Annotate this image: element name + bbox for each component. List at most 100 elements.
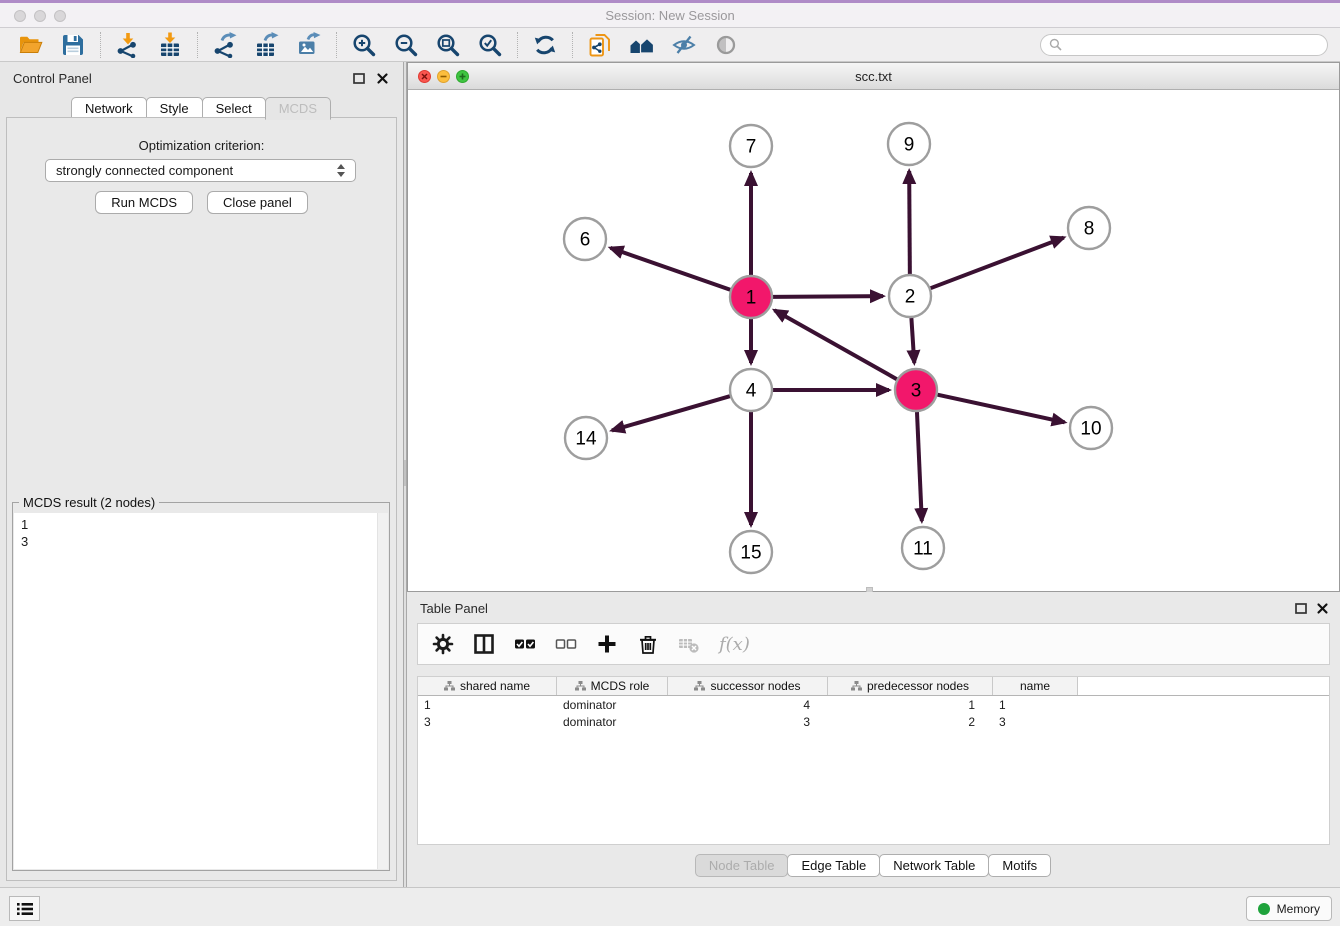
tab-network-table[interactable]: Network Table — [879, 854, 989, 877]
memory-button[interactable]: Memory — [1246, 896, 1332, 921]
graph-edge-1-6[interactable] — [610, 248, 730, 290]
table-cell[interactable]: 3 — [418, 715, 557, 729]
save-session-icon[interactable] — [60, 32, 86, 58]
column-header-label: shared name — [460, 679, 530, 693]
column-header-MCDS-role[interactable]: MCDS role — [557, 677, 668, 695]
float-table-panel-icon[interactable] — [1295, 603, 1307, 614]
graph-edge-4-14[interactable] — [612, 396, 730, 430]
graph-node-9[interactable]: 9 — [888, 123, 930, 165]
export-network-icon[interactable] — [212, 32, 238, 58]
graph-node-11[interactable]: 11 — [902, 527, 944, 569]
graph-edge-3-11[interactable] — [917, 412, 922, 521]
table-cell[interactable]: dominator — [557, 715, 668, 729]
settings-gear-icon[interactable] — [432, 633, 454, 655]
graph-node-15[interactable]: 15 — [730, 531, 772, 573]
tab-motifs[interactable]: Motifs — [988, 854, 1051, 877]
close-panel-icon[interactable] — [377, 73, 388, 84]
column-header-successor-nodes[interactable]: successor nodes — [668, 677, 828, 695]
show-tasks-button[interactable] — [9, 896, 40, 921]
session-title: Session: New Session — [0, 8, 1340, 23]
home-view-icon[interactable] — [629, 32, 655, 58]
splitter-handle[interactable] — [404, 460, 406, 486]
network-graph[interactable]: 7 9 6 8 1 2 4 3 14 10 15 11 — [408, 90, 1339, 591]
mcds-panel: Optimization criterion: strongly connect… — [6, 117, 397, 881]
tab-edge-table[interactable]: Edge Table — [787, 854, 880, 877]
deselect-all-checkboxes-icon[interactable] — [555, 633, 577, 655]
table-cell[interactable]: 1 — [828, 698, 993, 712]
open-session-icon[interactable] — [18, 32, 44, 58]
hide-panels-icon[interactable] — [671, 32, 697, 58]
show-panels-icon[interactable] — [713, 32, 739, 58]
column-header-predecessor-nodes[interactable]: predecessor nodes — [828, 677, 993, 695]
column-layout-icon[interactable] — [473, 633, 495, 655]
table-body: 1dominator4113dominator323 — [418, 696, 1329, 730]
tab-node-table[interactable]: Node Table — [695, 854, 789, 877]
delete-column-icon[interactable] — [637, 633, 659, 655]
graph-node-4[interactable]: 4 — [730, 369, 772, 411]
graph-node-8[interactable]: 8 — [1068, 207, 1110, 249]
column-header-name[interactable]: name — [993, 677, 1078, 695]
graph-edge-2-8[interactable] — [931, 238, 1064, 289]
column-type-icon — [444, 681, 455, 691]
column-header-label: predecessor nodes — [867, 679, 969, 693]
column-header-label: MCDS role — [591, 679, 650, 693]
mcds-result-box: 1 3 — [14, 513, 388, 869]
network-graph-canvas[interactable]: 7 9 6 8 1 2 4 3 14 10 15 11 — [408, 90, 1339, 591]
table-cell[interactable]: 2 — [828, 715, 993, 729]
graph-edge-1-2[interactable] — [773, 296, 883, 297]
svg-text:8: 8 — [1084, 219, 1095, 240]
graph-node-2[interactable]: 2 — [889, 275, 931, 317]
table-cell[interactable]: 1 — [993, 698, 1078, 712]
function-builder-icon[interactable]: f(x) — [719, 634, 750, 655]
duplicate-network-icon[interactable] — [587, 32, 613, 58]
table-cell[interactable]: 1 — [418, 698, 557, 712]
graph-node-7[interactable]: 7 — [730, 125, 772, 167]
table-cell[interactable]: dominator — [557, 698, 668, 712]
table-cell[interactable]: 3 — [993, 715, 1078, 729]
graph-node-10[interactable]: 10 — [1070, 407, 1112, 449]
mcds-result-title: MCDS result (2 nodes) — [19, 495, 159, 510]
graph-node-6[interactable]: 6 — [564, 218, 606, 260]
graph-edge-3-1[interactable] — [775, 310, 897, 379]
toolbar-separator — [517, 32, 518, 58]
result-scrollbar[interactable] — [377, 513, 388, 869]
graph-edge-3-10[interactable] — [937, 395, 1064, 423]
run-mcds-button[interactable]: Run MCDS — [95, 191, 193, 214]
zoom-in-icon[interactable] — [351, 32, 377, 58]
add-column-icon[interactable] — [596, 633, 618, 655]
criterion-select[interactable]: strongly connected component — [45, 159, 356, 182]
network-window-title: scc.txt — [408, 69, 1339, 84]
import-network-icon[interactable] — [115, 32, 141, 58]
zoom-selected-icon[interactable] — [477, 32, 503, 58]
mcds-buttons: Run MCDS Close panel — [7, 191, 396, 214]
node-table[interactable]: shared name MCDS role successor nodes prede… — [417, 676, 1330, 845]
export-image-icon[interactable] — [296, 32, 322, 58]
mcds-result-text[interactable]: 1 3 — [14, 513, 376, 869]
table-cell[interactable]: 3 — [668, 715, 828, 729]
svg-text:7: 7 — [746, 137, 757, 158]
float-panel-icon[interactable] — [353, 73, 365, 84]
export-table-icon[interactable] — [254, 32, 280, 58]
table-row[interactable]: 1dominator411 — [418, 696, 1329, 713]
network-window-titlebar[interactable]: scc.txt — [408, 63, 1339, 90]
select-all-checkboxes-icon[interactable] — [514, 633, 536, 655]
refresh-icon[interactable] — [532, 32, 558, 58]
import-table-icon[interactable] — [157, 32, 183, 58]
search-box[interactable] — [1040, 34, 1328, 56]
column-header-label: name — [1020, 679, 1050, 693]
zoom-fit-icon[interactable] — [435, 32, 461, 58]
graph-node-1[interactable]: 1 — [730, 276, 772, 318]
table-row[interactable]: 3dominator323 — [418, 713, 1329, 730]
column-header-shared-name[interactable]: shared name — [418, 677, 557, 695]
graph-edge-2-3[interactable] — [911, 318, 914, 363]
graph-edge-2-9[interactable] — [909, 171, 910, 274]
tab-mcds[interactable]: MCDS — [265, 97, 331, 120]
table-cell[interactable]: 4 — [668, 698, 828, 712]
close-table-panel-icon[interactable] — [1317, 603, 1328, 614]
close-panel-button[interactable]: Close panel — [207, 191, 308, 214]
delete-table-icon[interactable] — [678, 633, 700, 655]
zoom-out-icon[interactable] — [393, 32, 419, 58]
search-input[interactable] — [1067, 38, 1319, 52]
graph-node-3[interactable]: 3 — [895, 369, 937, 411]
graph-node-14[interactable]: 14 — [565, 417, 607, 459]
